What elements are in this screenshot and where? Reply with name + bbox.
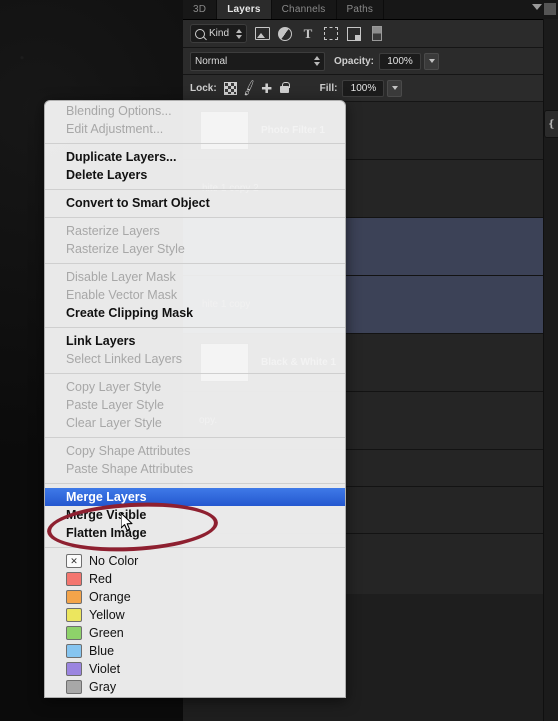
color-label: Orange (89, 590, 131, 604)
fill-value[interactable]: 100% (342, 79, 385, 97)
menu-group: Link Layers Select Linked Layers (45, 331, 345, 369)
green-swatch-icon (66, 626, 82, 640)
panel-menu-icon[interactable] (532, 4, 542, 10)
menu-separator (45, 327, 345, 328)
menu-separator (45, 437, 345, 438)
lock-image-pixels-icon[interactable]: 🖌 (238, 78, 260, 97)
menu-item-edit-adjustment[interactable]: Edit Adjustment... (45, 120, 345, 138)
color-label: Gray (89, 680, 117, 694)
menu-group: Disable Layer Mask Enable Vector Mask Cr… (45, 267, 345, 323)
menu-item-select-linked-layers[interactable]: Select Linked Layers (45, 350, 345, 368)
menu-item-clear-layer-style[interactable]: Clear Layer Style (45, 414, 345, 432)
red-swatch-icon (66, 572, 82, 586)
menu-group: Copy Shape Attributes Paste Shape Attrib… (45, 441, 345, 479)
menu-item-no-color[interactable]: ✕ No Color (45, 552, 345, 570)
panel-tab-bar: 3D Layers Channels Paths (183, 0, 558, 20)
tab-layers[interactable]: Layers (217, 0, 272, 19)
menu-item-color-orange[interactable]: Orange (45, 588, 345, 606)
menu-item-convert-to-smart-object[interactable]: Convert to Smart Object (45, 194, 345, 212)
menu-group: Merge Layers Merge Visible Flatten Image (45, 487, 345, 543)
tab-channels[interactable]: Channels (272, 0, 337, 19)
menu-item-paste-shape-attributes[interactable]: Paste Shape Attributes (45, 460, 345, 478)
filter-kind-label: Kind (209, 28, 230, 39)
menu-item-color-green[interactable]: Green (45, 624, 345, 642)
color-label: No Color (89, 554, 139, 568)
menu-item-delete-layers[interactable]: Delete Layers (45, 166, 345, 184)
tab-3d[interactable]: 3D (183, 0, 218, 19)
menu-item-rasterize-layer-style[interactable]: Rasterize Layer Style (45, 240, 345, 258)
filter-toggle-icon[interactable] (369, 26, 385, 41)
lock-transparent-pixels-icon[interactable] (222, 81, 240, 95)
filter-kind-stepper-icon (236, 28, 243, 39)
opacity-dropdown-icon[interactable] (424, 52, 440, 70)
panel-collapse-icon[interactable] (544, 3, 556, 15)
blend-mode-value: Normal (195, 55, 228, 67)
menu-item-duplicate-layers[interactable]: Duplicate Layers... (45, 148, 345, 166)
menu-separator (45, 143, 345, 144)
color-label: Blue (89, 644, 115, 658)
color-label: Red (89, 572, 112, 586)
menu-item-blending-options[interactable]: Blending Options... (45, 102, 345, 120)
menu-item-color-gray[interactable]: Gray (45, 678, 345, 696)
blend-mode-stepper-icon (314, 56, 320, 66)
lock-row: Lock: 🖌 ✚ Fill: 100% (183, 75, 558, 102)
menu-item-color-blue[interactable]: Blue (45, 642, 345, 660)
menu-item-enable-vector-mask[interactable]: Enable Vector Mask (45, 286, 345, 304)
menu-separator (45, 373, 345, 374)
adjustment-filter-icon[interactable] (277, 26, 293, 41)
color-label: Violet (89, 662, 121, 676)
blend-mode-row: Normal Opacity: 100% (183, 48, 558, 75)
menu-item-merge-layers[interactable]: Merge Layers (45, 488, 345, 506)
lock-label: Lock: (190, 82, 217, 94)
layer-filter-row: Kind T (183, 20, 558, 48)
tab-paths[interactable]: Paths (337, 0, 385, 19)
double-arrow-icon[interactable]: ❴ (544, 110, 558, 138)
orange-swatch-icon (66, 590, 82, 604)
menu-item-create-clipping-mask[interactable]: Create Clipping Mask (45, 304, 345, 322)
color-label: Yellow (89, 608, 125, 622)
blue-swatch-icon (66, 644, 82, 658)
layer-context-menu: Blending Options... Edit Adjustment... D… (44, 100, 346, 698)
blend-mode-select[interactable]: Normal (190, 51, 325, 71)
lock-all-icon[interactable] (276, 81, 294, 95)
menu-group: Duplicate Layers... Delete Layers (45, 147, 345, 185)
menu-separator (45, 263, 345, 264)
menu-group: Convert to Smart Object (45, 193, 345, 213)
menu-item-link-layers[interactable]: Link Layers (45, 332, 345, 350)
type-filter-icon[interactable]: T (300, 26, 316, 41)
filter-kind-select[interactable]: Kind (190, 24, 248, 43)
menu-separator (45, 189, 345, 190)
gray-swatch-icon (66, 680, 82, 694)
violet-swatch-icon (66, 662, 82, 676)
yellow-swatch-icon (66, 608, 82, 622)
menu-item-color-violet[interactable]: Violet (45, 660, 345, 678)
color-label: Green (89, 626, 124, 640)
menu-separator (45, 217, 345, 218)
menu-group: Rasterize Layers Rasterize Layer Style (45, 221, 345, 259)
menu-item-color-red[interactable]: Red (45, 570, 345, 588)
menu-item-rasterize-layers[interactable]: Rasterize Layers (45, 222, 345, 240)
menu-item-merge-visible[interactable]: Merge Visible (45, 506, 345, 524)
color-label-group: ✕ No Color Red Orange Yellow Green Blue … (45, 551, 345, 697)
menu-item-copy-layer-style[interactable]: Copy Layer Style (45, 378, 345, 396)
menu-item-color-yellow[interactable]: Yellow (45, 606, 345, 624)
fill-label: Fill: (319, 82, 338, 94)
shape-filter-icon[interactable] (323, 26, 339, 41)
opacity-value[interactable]: 100% (379, 52, 422, 70)
menu-group: Blending Options... Edit Adjustment... (45, 101, 345, 139)
menu-separator (45, 547, 345, 548)
menu-item-paste-layer-style[interactable]: Paste Layer Style (45, 396, 345, 414)
menu-item-copy-shape-attributes[interactable]: Copy Shape Attributes (45, 442, 345, 460)
search-icon (195, 28, 205, 39)
fill-dropdown-icon[interactable] (387, 79, 403, 97)
no-color-swatch-icon: ✕ (66, 554, 82, 568)
menu-separator (45, 483, 345, 484)
pixel-filter-icon[interactable] (254, 26, 270, 41)
lock-position-icon[interactable]: ✚ (258, 81, 276, 95)
smart-object-filter-icon[interactable] (346, 26, 362, 41)
menu-item-disable-layer-mask[interactable]: Disable Layer Mask (45, 268, 345, 286)
opacity-label: Opacity: (334, 55, 375, 67)
menu-group: Copy Layer Style Paste Layer Style Clear… (45, 377, 345, 433)
menu-item-flatten-image[interactable]: Flatten Image (45, 524, 345, 542)
